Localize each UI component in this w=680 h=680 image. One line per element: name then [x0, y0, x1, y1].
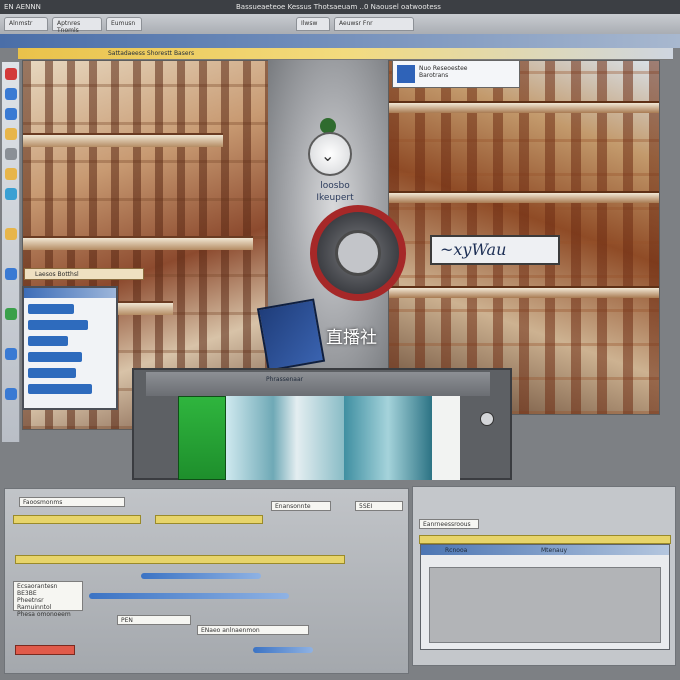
bookmark-icon[interactable] — [5, 228, 17, 240]
globe-icon[interactable] — [5, 188, 17, 200]
timeline-clip-blank[interactable] — [432, 396, 460, 480]
tab-strip: Alnmstr Aptnres Tnomls Eumusn Ilwsw Aeuw… — [0, 14, 680, 34]
dialog-title: Rcnooa — [445, 547, 468, 554]
mini-window-title-bar — [24, 288, 116, 298]
balcony-railing — [23, 236, 253, 250]
spinner-core — [335, 230, 381, 276]
timeline-clip-water[interactable] — [344, 396, 432, 480]
lobby-tag: Laesos Botthsl — [24, 268, 144, 280]
dialog-window[interactable]: Rcnooa Mtenauy — [420, 544, 670, 650]
pen-field[interactable]: PEN — [117, 615, 191, 625]
value-box[interactable]: 5SEI — [355, 501, 403, 511]
mini-window-row[interactable] — [28, 320, 88, 330]
dialog-title-bar: Rcnooa Mtenauy — [421, 545, 669, 555]
video-player[interactable]: Phrassenaar — [132, 368, 512, 480]
name-field[interactable]: Faoosmonms — [19, 497, 125, 507]
play-button[interactable] — [480, 412, 494, 426]
mini-window-row[interactable] — [28, 368, 76, 378]
menu-bar-left-text[interactable]: EN AENNN — [4, 3, 41, 11]
center-label: loosbo Ikeupert — [290, 180, 380, 206]
dropdown-disc-button[interactable]: ⌄ — [308, 132, 352, 176]
info-icon[interactable] — [5, 88, 17, 100]
window-title-bar — [0, 34, 680, 48]
tab-2[interactable]: Aptnres Tnomls — [52, 17, 102, 34]
menu-bar: EN AENNN Bassueaeteoe Kessus Thotsaeuam … — [0, 0, 680, 14]
secondary-field[interactable]: Enansonnte — [271, 501, 331, 511]
center-label-top: loosbo — [320, 181, 350, 191]
slider-track[interactable] — [253, 647, 313, 653]
share-icon[interactable] — [5, 388, 17, 400]
timeline-clip-green[interactable] — [178, 396, 226, 480]
menu-bar-center-text: Bassueaeteoe Kessus Thotsaeuam ..0 Naous… — [236, 3, 441, 11]
balcony-railing — [389, 191, 659, 203]
chevron-down-icon: ⌄ — [321, 146, 335, 165]
info-card-thumbnail — [397, 65, 415, 83]
status-field: ENaeo anlnaenmon — [197, 625, 309, 635]
info-card[interactable]: Nuo Reseoestee Barotrans — [392, 60, 520, 88]
timeline-clip-water[interactable] — [226, 396, 344, 480]
icon-rail — [2, 62, 20, 442]
mini-window-row[interactable] — [28, 336, 68, 346]
dialog-content — [429, 567, 661, 643]
flag-graphic — [256, 298, 326, 372]
ribbon-toolbar[interactable]: Sattadaeess Shorestt Basers — [18, 48, 673, 60]
star-icon[interactable] — [5, 168, 17, 180]
folder-icon[interactable] — [5, 128, 17, 140]
tab-3[interactable]: Eumusn — [106, 17, 142, 31]
mini-window-row[interactable] — [28, 352, 82, 362]
slider-track[interactable] — [141, 573, 261, 579]
mini-window-row[interactable] — [28, 384, 92, 394]
tool-icon[interactable] — [5, 108, 17, 120]
tab-4[interactable]: Ilwsw — [296, 17, 330, 31]
player-title: Phrassenaar — [266, 376, 304, 383]
mini-window-row[interactable] — [28, 304, 74, 314]
inspector-title: Eanrneessroous — [419, 519, 479, 529]
balcony-railing — [389, 101, 659, 113]
player-top-bar: Phrassenaar — [146, 372, 490, 396]
shop-sign: ~xyWau — [430, 235, 560, 265]
center-label-bottom: Ikeupert — [316, 193, 354, 203]
tab-5[interactable]: Aeuwsr Fnr — [334, 17, 414, 31]
mini-window[interactable] — [22, 286, 118, 410]
highlight-bar — [155, 515, 263, 524]
info-card-subtitle: Barotrans — [419, 72, 449, 79]
tab-1[interactable]: Alnmstr — [4, 17, 48, 31]
chat-icon[interactable] — [5, 268, 17, 280]
info-card-title: Nuo Reseoestee — [419, 65, 468, 72]
delete-button[interactable] — [15, 645, 75, 655]
balcony-railing — [389, 286, 659, 298]
balcony-railing — [23, 133, 223, 147]
spinner-ring-icon — [310, 205, 406, 301]
highlight-bar — [13, 515, 141, 524]
settings-icon[interactable] — [5, 148, 17, 160]
highlight-bar — [15, 555, 345, 564]
add-icon[interactable] — [5, 308, 17, 320]
user-icon[interactable] — [5, 348, 17, 360]
dialog-right-label: Mtenauy — [541, 547, 568, 554]
live-banner-text: 直播社 — [326, 328, 377, 348]
highlight-bar — [419, 535, 671, 544]
slider-track[interactable] — [89, 593, 289, 599]
record-icon[interactable] — [5, 68, 17, 80]
notes-box: Ecsaorantesn BE3BE Pheetnsr Ramuinntol P… — [13, 581, 83, 618]
properties-panel: Faoosmonms Enansonnte 5SEI Ecsaorantesn … — [4, 488, 409, 674]
ribbon-text: Sattadaeess Shorestt Basers — [108, 50, 195, 57]
